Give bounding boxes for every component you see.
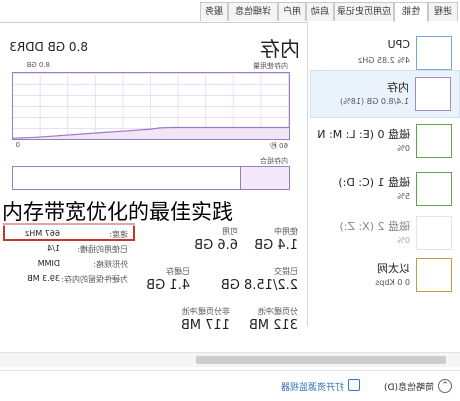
chevron-up-icon[interactable]: ⌃	[438, 379, 452, 393]
resource-name: 内存	[387, 81, 409, 94]
resource-detail: 1.4/8.0 GB (18%)	[340, 97, 409, 106]
usage-point-4	[196, 126, 198, 129]
available-value: 6.6 GB	[194, 238, 238, 253]
in-use-value: 1.4 GB	[254, 238, 298, 253]
resource-name: 磁盘 0 (E: L: M: N	[317, 128, 410, 141]
cached-label: 已缓存	[166, 267, 190, 276]
usage-point-8	[127, 130, 129, 132]
committed-value: 2.2/15.8 GB	[220, 278, 298, 293]
memory-composition-bar	[12, 166, 290, 190]
cpu-thumbnail	[416, 36, 452, 70]
footer: ⌃ 简略信息(D) 打开资源监视器	[0, 370, 460, 401]
tab-details[interactable]: 详细信息	[228, 2, 278, 21]
memory-usage-chart	[12, 72, 290, 140]
resource-list: CPU 4% 2.85 GHz 内存 1.4/8.0 GB (18%) 磁盘 0…	[307, 22, 460, 326]
scrollbar-thumb[interactable]	[196, 356, 446, 364]
disk-thumbnail	[416, 216, 452, 250]
resource-item-memory[interactable]: 内存 1.4/8.0 GB (18%)	[310, 70, 460, 118]
brief-info-link[interactable]: 简略信息(D)	[384, 380, 434, 393]
tab-performance[interactable]: 性能	[394, 2, 428, 22]
reserved-value: 39.3 MB	[27, 274, 60, 283]
tab-services[interactable]: 服务	[200, 2, 228, 21]
resource-detail: 5%	[397, 192, 410, 201]
resource-name: CPU	[387, 38, 410, 51]
usage-chart-label: 内存使用量	[253, 62, 288, 70]
usage-point-6	[159, 127, 161, 129]
usage-point-11	[58, 135, 60, 137]
usage-point-10	[81, 133, 83, 135]
slots-value: 1/4	[47, 244, 60, 253]
composition-label: 内存组合	[260, 157, 288, 165]
resource-detail: 4% 2.85 GHz	[357, 56, 410, 65]
ethernet-thumbnail	[416, 258, 452, 292]
reserved-label: 为硬件保留的内存:	[61, 275, 128, 284]
resource-monitor-icon	[348, 379, 360, 391]
committed-label: 已提交	[274, 267, 298, 276]
usage-point-1	[265, 126, 267, 129]
disk-thumbnail	[416, 172, 452, 206]
chart-seconds-label: 60 秒	[269, 142, 288, 150]
paged-pool-value: 312 MB	[248, 318, 298, 333]
cached-value: 4.1 GB	[146, 278, 190, 293]
overlay-caption: 内存带宽优化的最佳实践	[0, 196, 235, 226]
resource-item-disk0[interactable]: 磁盘 0 (E: L: M: N 0%	[310, 118, 460, 166]
resource-name: 以太网	[377, 262, 410, 275]
form-factor-value: DIMM	[37, 259, 60, 268]
memory-thumbnail	[415, 77, 451, 111]
tab-users[interactable]: 用户	[278, 2, 306, 21]
tab-processes[interactable]: 进程	[428, 2, 458, 21]
tab-bar: 进程 性能 应用历史记录 启动 用户 详细信息 服务	[0, 0, 460, 23]
usage-area-svg	[13, 126, 289, 139]
usage-point-9	[104, 131, 106, 133]
in-use-label: 使用中	[274, 227, 298, 236]
available-label: 可用	[222, 227, 238, 236]
resource-name: 磁盘 2 (X: Z:)	[339, 220, 410, 233]
usage-chart-max: 8.0 GB	[26, 61, 50, 69]
resource-detail: 0%	[397, 236, 410, 245]
resource-item-disk2[interactable]: 磁盘 2 (X: Z:) 0%	[310, 210, 460, 258]
open-resource-monitor-link[interactable]: 打开资源监视器	[281, 380, 344, 393]
resource-item-disk1[interactable]: 磁盘 1 (C: D:) 5%	[310, 166, 460, 214]
nonpaged-pool-value: 117 MB	[180, 318, 230, 333]
tab-app-history[interactable]: 应用历史记录	[334, 2, 394, 21]
composition-in-use-fill	[239, 167, 289, 189]
disk-thumbnail	[416, 124, 452, 158]
resource-detail: 0 0 Kbps	[375, 278, 410, 287]
resource-name: 磁盘 1 (C: D:)	[338, 176, 410, 189]
usage-point-12	[35, 136, 37, 138]
memory-capacity: 8.0 GB DDR3	[9, 40, 88, 54]
chart-zero-label: 0	[15, 141, 20, 149]
resource-item-ethernet[interactable]: 以太网 0 0 Kbps	[310, 252, 460, 300]
tab-startup[interactable]: 启动	[306, 2, 334, 21]
usage-point-5	[173, 126, 175, 129]
slots-label: 已使用的插槽:	[77, 245, 128, 254]
usage-point-2	[242, 126, 244, 129]
paged-pool-label: 分页缓冲池	[258, 307, 298, 316]
nonpaged-pool-label: 非分页缓冲池	[182, 307, 230, 316]
resource-detail: 0%	[397, 144, 410, 153]
usage-point-3	[219, 126, 221, 129]
horizontal-scrollbar[interactable]	[0, 352, 460, 367]
page-title: 内存	[260, 37, 300, 61]
usage-point-7	[150, 128, 152, 130]
form-factor-label: 外形规格:	[93, 260, 128, 269]
